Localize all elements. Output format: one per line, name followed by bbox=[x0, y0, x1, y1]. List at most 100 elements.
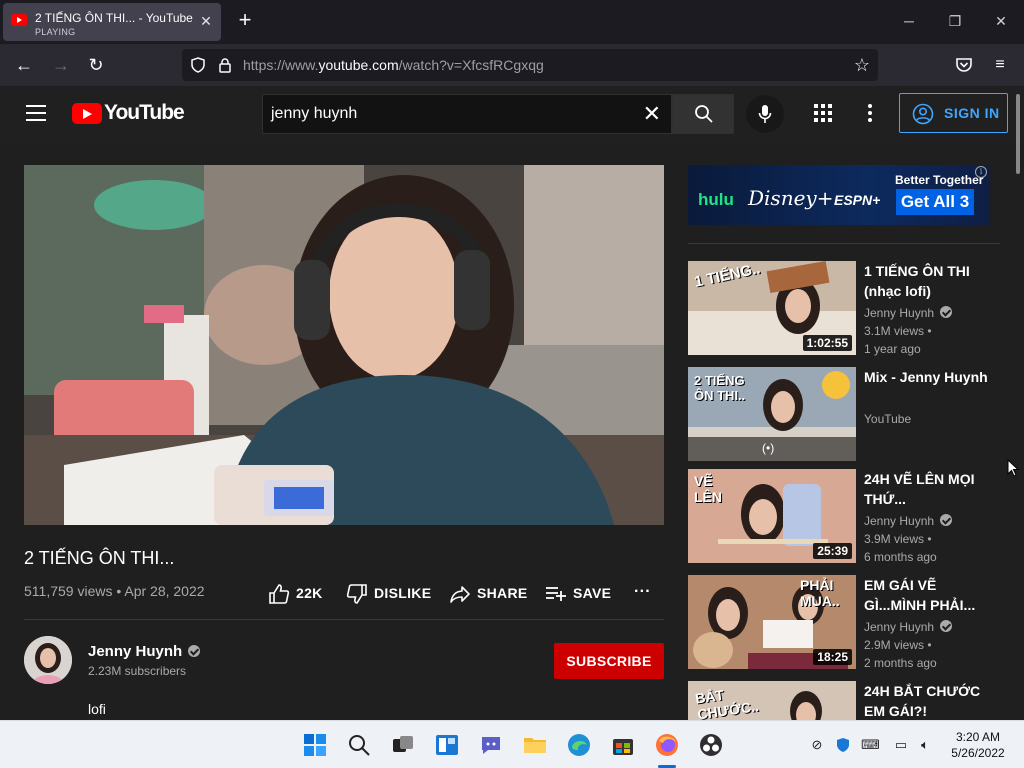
recommendation-channel: Jenny Huynh bbox=[864, 514, 953, 528]
system-clock[interactable]: 3:20 AM 5/26/2022 bbox=[946, 729, 1010, 761]
menu-icon[interactable]: ≡ bbox=[989, 54, 1011, 76]
minimize-icon[interactable]: ─ bbox=[900, 12, 918, 30]
search-button[interactable] bbox=[672, 94, 734, 134]
volume-icon[interactable]: 🔈︎ bbox=[917, 737, 933, 753]
tab-title: 2 TIẾNG ÔN THI... - YouTube bbox=[35, 11, 193, 25]
task-view-icon[interactable] bbox=[391, 733, 415, 757]
file-explorer-icon[interactable] bbox=[523, 733, 547, 757]
share-button[interactable]: SHARE bbox=[449, 583, 529, 605]
video-thumbnail[interactable]: 1 TIẾNG.. 1:02:55 bbox=[688, 261, 856, 355]
channel-name[interactable]: Jenny Huynh bbox=[88, 643, 201, 660]
like-button[interactable]: 22K bbox=[268, 583, 328, 605]
clock-time: 3:20 AM bbox=[955, 730, 1001, 744]
channel-name-text: Jenny Huynh bbox=[864, 306, 935, 320]
network-off-icon[interactable]: ⊘ bbox=[809, 737, 825, 753]
settings-more-icon[interactable] bbox=[868, 104, 872, 122]
lock-icon[interactable] bbox=[218, 57, 232, 73]
recommendation-item[interactable]: VẼ LÊN 25:39 24H VẼ LÊN MỌI THỨ... Jenny… bbox=[688, 469, 1008, 565]
ad-tagline: Better Together bbox=[895, 173, 984, 187]
back-icon[interactable]: ← bbox=[13, 54, 35, 76]
tab-playing-status: PLAYING bbox=[35, 27, 76, 37]
forward-icon[interactable]: → bbox=[50, 54, 72, 76]
security-shield-icon[interactable] bbox=[835, 737, 851, 753]
recommendation-title[interactable]: EM GÁI VẼ GÌ...MÌNH PHẢI... bbox=[864, 575, 988, 615]
ad-info-icon[interactable]: i bbox=[975, 166, 987, 178]
channel-avatar[interactable] bbox=[24, 636, 72, 684]
apps-grid-icon[interactable] bbox=[814, 104, 832, 122]
display-icon[interactable]: ▭ bbox=[893, 737, 909, 753]
channel-name-text: Jenny Huynh bbox=[88, 643, 183, 660]
video-duration: 1:02:55 bbox=[802, 335, 852, 351]
verified-badge-icon bbox=[940, 306, 953, 318]
recommendation-views: 3.9M views • bbox=[864, 532, 932, 546]
like-count: 22K bbox=[296, 585, 323, 601]
close-tab-icon[interactable]: ✕ bbox=[197, 12, 215, 30]
video-thumbnail[interactable]: 2 TIẾNG ÔN THI.. (•) bbox=[688, 367, 856, 461]
bookmark-star-icon[interactable]: ☆ bbox=[851, 54, 873, 76]
share-label: SHARE bbox=[477, 585, 528, 601]
recommendation-item[interactable]: PHẢI MUA.. 18:25 EM GÁI VẼ GÌ...MÌNH PHẢ… bbox=[688, 575, 1008, 671]
youtube-logo-icon[interactable] bbox=[72, 103, 102, 124]
save-button[interactable]: SAVE bbox=[545, 583, 615, 605]
recommendation-title[interactable]: Mix - Jenny Huynh bbox=[864, 367, 988, 387]
thumbnail-text: 2 TIẾNG ÔN THI.. bbox=[694, 373, 746, 403]
video-description: lofi bbox=[88, 701, 106, 717]
recommendation-channel: Jenny Huynh bbox=[864, 306, 953, 320]
recommendation-age: 6 months ago bbox=[864, 550, 937, 564]
voice-search-button[interactable] bbox=[746, 95, 784, 133]
search-icon[interactable] bbox=[347, 733, 371, 757]
url-path: /watch?v=XfcsfRCgxqg bbox=[398, 57, 544, 73]
video-thumbnail[interactable]: VẼ LÊN 25:39 bbox=[688, 469, 856, 563]
restore-icon[interactable]: ❐ bbox=[946, 12, 964, 30]
browser-tab[interactable]: 2 TIẾNG ÔN THI... - YouTube PLAYING ✕ bbox=[3, 3, 221, 41]
address-bar[interactable]: https://www.youtube.com/watch?v=XfcsfRCg… bbox=[182, 49, 878, 81]
new-tab-button[interactable]: + bbox=[234, 9, 256, 32]
browser-tab-bar: 2 TIẾNG ÔN THI... - YouTube PLAYING ✕ + … bbox=[0, 0, 1024, 44]
teams-chat-icon[interactable] bbox=[479, 733, 503, 757]
guide-menu-icon[interactable] bbox=[26, 105, 46, 121]
video-thumbnail[interactable]: BẮT CHƯỚC.. bbox=[688, 681, 856, 720]
clear-search-icon[interactable]: ✕ bbox=[643, 102, 661, 126]
verified-badge-icon bbox=[940, 514, 953, 526]
recommendation-views: 3.1M views • bbox=[864, 324, 932, 338]
pocket-icon[interactable] bbox=[955, 57, 973, 73]
search-input[interactable]: jenny huynh ✕ bbox=[262, 94, 672, 134]
more-actions-icon[interactable]: ··· bbox=[634, 583, 658, 605]
youtube-header: YouTube jenny huynh ✕ SIGN IN bbox=[0, 86, 1024, 142]
firefox-icon[interactable] bbox=[655, 733, 679, 757]
recommendation-item[interactable]: 2 TIẾNG ÔN THI.. (•) Mix - Jenny Huynh Y… bbox=[688, 367, 1008, 463]
recommendation-item[interactable]: BẮT CHƯỚC.. 24H BẮT CHƯỚC EM GÁI?! bbox=[688, 681, 1008, 720]
dislike-button[interactable]: DISLIKE bbox=[346, 583, 436, 605]
reload-icon[interactable]: ↻ bbox=[85, 54, 107, 76]
widgets-icon[interactable] bbox=[435, 733, 459, 757]
subscribe-button[interactable]: SUBSCRIBE bbox=[554, 643, 664, 679]
recommendation-title[interactable]: 24H BẮT CHƯỚC EM GÁI?! bbox=[864, 681, 988, 720]
page-scrollbar[interactable] bbox=[1016, 94, 1020, 174]
sign-in-button[interactable]: SIGN IN bbox=[899, 93, 1008, 133]
keyboard-icon[interactable]: ⌨ bbox=[861, 737, 880, 753]
avatar-image bbox=[24, 636, 72, 684]
microsoft-store-icon[interactable] bbox=[611, 733, 635, 757]
obs-studio-icon[interactable] bbox=[699, 733, 723, 757]
recommendation-item[interactable]: 1 TIẾNG.. 1:02:55 1 TIẾNG ÔN THI (nhạc l… bbox=[688, 261, 1008, 357]
ad-cta-button[interactable]: Get All 3 bbox=[896, 189, 974, 215]
channel-name-text: Jenny Huynh bbox=[864, 620, 935, 634]
video-player[interactable] bbox=[24, 165, 664, 525]
recommendation-views: 2.9M views • bbox=[864, 638, 932, 652]
youtube-logo-text[interactable]: YouTube bbox=[104, 101, 185, 125]
close-window-icon[interactable]: ✕ bbox=[992, 12, 1010, 30]
recommendation-title[interactable]: 1 TIẾNG ÔN THI (nhạc lofi) bbox=[864, 261, 988, 301]
mix-live-icon: (•) bbox=[762, 441, 775, 455]
video-views-date: 511,759 views • Apr 28, 2022 bbox=[24, 583, 205, 599]
windows-start-icon[interactable] bbox=[303, 733, 327, 757]
video-thumbnail[interactable]: PHẢI MUA.. 18:25 bbox=[688, 575, 856, 669]
url-domain: youtube.com bbox=[318, 57, 399, 73]
video-duration: 25:39 bbox=[813, 543, 852, 559]
sign-in-label: SIGN IN bbox=[944, 105, 1000, 121]
edge-browser-icon[interactable] bbox=[567, 733, 591, 757]
mouse-cursor-icon bbox=[1007, 459, 1019, 477]
tracking-shield-icon[interactable] bbox=[190, 57, 206, 73]
recommendation-title[interactable]: 24H VẼ LÊN MỌI THỨ... bbox=[864, 469, 988, 509]
share-icon bbox=[450, 586, 470, 603]
ad-banner[interactable]: hulu Disney+ ESPN+ Better Together Get A… bbox=[688, 165, 990, 225]
